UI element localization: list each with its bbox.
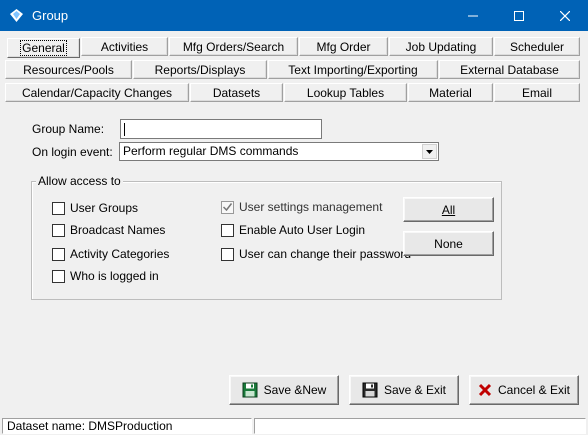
dropdown-button[interactable] [422, 144, 437, 159]
tab-mfg-order[interactable]: Mfg Order [299, 37, 388, 56]
tab-email[interactable]: Email [494, 83, 580, 102]
tab-external-database[interactable]: External Database [439, 60, 580, 79]
tab-activities[interactable]: Activities [81, 37, 168, 56]
checkbox-user-can-change-password[interactable]: User can change their password [221, 247, 411, 261]
checkbox-box[interactable] [52, 201, 65, 215]
app-gem-icon [10, 9, 23, 22]
checkbox-activity-categories[interactable]: Activity Categories [52, 247, 169, 261]
dataset-status-panel: Dataset name: DMSProduction [2, 418, 252, 434]
checkbox-box[interactable] [52, 223, 65, 237]
allow-access-legend: Allow access to [36, 174, 123, 188]
checkbox-box[interactable] [52, 247, 65, 261]
checkbox-box[interactable] [221, 223, 234, 237]
checkbox-box[interactable] [221, 200, 234, 214]
none-button[interactable]: None [403, 231, 494, 256]
tab-calendar-capacity-changes[interactable]: Calendar/Capacity Changes [5, 83, 189, 102]
tab-reports-displays[interactable]: Reports/Displays [133, 60, 267, 79]
on-login-label: On login event: [32, 145, 113, 159]
checkbox-user-groups[interactable]: User Groups [52, 201, 138, 215]
tab-text-importing-exporting[interactable]: Text Importing/Exporting [268, 60, 438, 79]
tab-material[interactable]: Material [408, 83, 493, 102]
close-button[interactable] [542, 0, 588, 31]
tab-mfg-orders-search[interactable]: Mfg Orders/Search [169, 37, 298, 56]
chevron-down-icon [426, 149, 433, 154]
maximize-button[interactable] [496, 0, 542, 31]
checkbox-who-is-logged-in[interactable]: Who is logged in [52, 269, 159, 283]
tab-scheduler[interactable]: Scheduler [494, 37, 580, 56]
tab-datasets[interactable]: Datasets [190, 83, 283, 102]
maximize-icon [514, 10, 524, 21]
group-name-label: Group Name: [32, 122, 105, 136]
cancel-exit-button[interactable]: Cancel & Exit [469, 375, 579, 405]
title-bar: Group [0, 0, 588, 31]
on-login-value: Perform regular DMS commands [123, 144, 299, 158]
close-icon [560, 10, 570, 21]
checkbox-box[interactable] [52, 269, 65, 283]
checkbox-enable-auto-user-login[interactable]: Enable Auto User Login [221, 223, 365, 237]
save-new-button[interactable]: Save &New [229, 375, 339, 405]
checkbox-box[interactable] [221, 247, 234, 261]
group-window: Group General Activities Mfg Orders/Sear… [0, 0, 588, 435]
floppy-disk-icon [362, 382, 378, 398]
floppy-disk-icon [242, 382, 258, 398]
text-caret [124, 123, 125, 136]
save-exit-button[interactable]: Save & Exit [349, 375, 459, 405]
red-x-icon [478, 383, 492, 397]
on-login-select[interactable]: Perform regular DMS commands [119, 142, 439, 161]
tab-job-updating[interactable]: Job Updating [389, 37, 493, 56]
all-button[interactable]: All [403, 197, 494, 222]
minimize-icon [468, 15, 478, 16]
status-bar: Dataset name: DMSProduction [0, 417, 588, 435]
status-panel-empty [254, 418, 586, 434]
tab-general[interactable]: General [7, 38, 80, 58]
minimize-button[interactable] [450, 0, 496, 31]
checkbox-user-settings-management[interactable]: User settings management [221, 200, 382, 214]
tab-lookup-tables[interactable]: Lookup Tables [284, 83, 407, 102]
checkmark-icon [223, 203, 232, 211]
checkbox-broadcast-names[interactable]: Broadcast Names [52, 223, 165, 237]
window-title: Group [32, 8, 69, 23]
group-name-input[interactable] [120, 119, 322, 139]
tab-resources-pools[interactable]: Resources/Pools [5, 60, 132, 79]
